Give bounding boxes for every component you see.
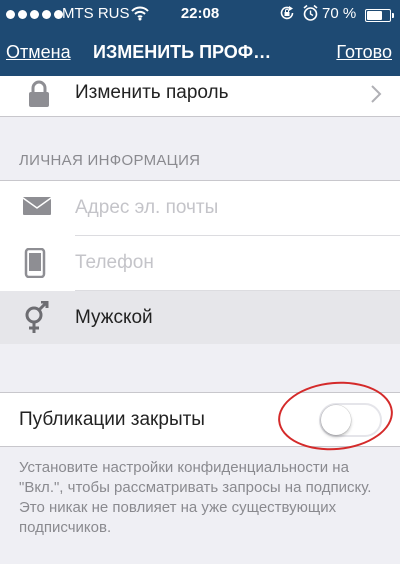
private-posts-label: Публикации закрыты bbox=[19, 409, 205, 430]
carrier-name: MTS RUS bbox=[62, 5, 130, 22]
status-time: 22:08 bbox=[180, 5, 220, 22]
alarm-icon bbox=[302, 4, 319, 26]
battery-icon bbox=[365, 9, 394, 22]
battery-percentage: 70 % bbox=[322, 5, 357, 22]
wifi-icon bbox=[131, 5, 149, 25]
personal-info-header: ЛИЧНАЯ ИНФОРМАЦИЯ bbox=[19, 152, 201, 169]
gender-field[interactable]: Мужской bbox=[0, 291, 400, 344]
change-password-label: Изменить пароль bbox=[75, 82, 229, 103]
personal-info-group: Адрес эл. почты Телефон Мужской bbox=[0, 180, 400, 344]
email-placeholder: Адрес эл. почты bbox=[75, 197, 219, 218]
cancel-button[interactable]: Отмена bbox=[6, 42, 71, 63]
change-password-row[interactable]: Изменить пароль bbox=[0, 76, 400, 117]
chevron-right-icon bbox=[370, 84, 382, 109]
email-field[interactable]: Адрес эл. почты bbox=[0, 181, 400, 236]
page-title: ИЗМЕНИТЬ ПРОФ… bbox=[93, 42, 272, 62]
status-bar: MTS RUS 22:08 70 % bbox=[0, 0, 400, 30]
signal-strength-icon bbox=[6, 10, 63, 19]
phone-placeholder: Телефон bbox=[75, 252, 154, 273]
gender-icon bbox=[22, 300, 50, 340]
mail-icon bbox=[22, 195, 52, 222]
gender-value: Мужской bbox=[75, 307, 153, 328]
done-button[interactable]: Готово bbox=[336, 42, 392, 63]
navigation-bar: Отмена ИЗМЕНИТЬ ПРОФ… Готово bbox=[0, 30, 400, 76]
rotation-lock-icon bbox=[279, 5, 295, 25]
phone-icon bbox=[24, 247, 46, 283]
privacy-note: Установите настройки конфиденциальности … bbox=[19, 459, 372, 536]
phone-field[interactable]: Телефон bbox=[0, 236, 400, 291]
lock-icon bbox=[27, 80, 51, 113]
